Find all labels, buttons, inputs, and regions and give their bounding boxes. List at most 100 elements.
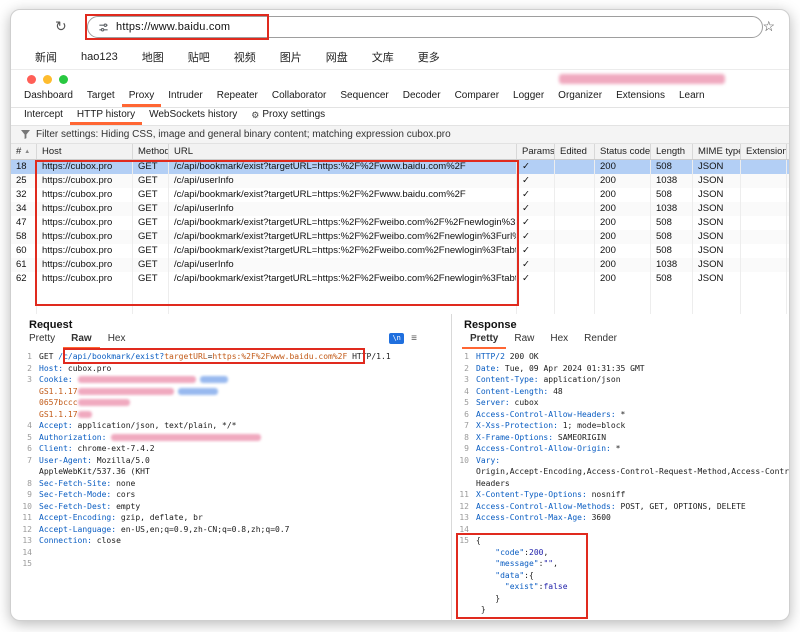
table-row[interactable]: 18https://cubox.proGET/c/api/bookmark/ex… xyxy=(11,160,789,174)
tab-sequencer[interactable]: Sequencer xyxy=(333,88,395,107)
code-line: 5Authorization: xyxy=(17,432,451,444)
request-tab-pretty[interactable]: Pretty xyxy=(21,332,63,349)
line-number: 10 xyxy=(17,501,39,513)
close-window-button[interactable] xyxy=(27,75,36,84)
minimize-window-button[interactable] xyxy=(43,75,52,84)
sort-asc-icon: ▲ xyxy=(24,149,30,155)
table-row[interactable]: 25https://cubox.proGET/c/api/userInfo✓20… xyxy=(11,174,789,188)
tab-intruder[interactable]: Intruder xyxy=(161,88,209,107)
response-tab-hex[interactable]: Hex xyxy=(542,332,576,349)
gear-icon: ⚙ xyxy=(251,108,259,122)
tab-extensions[interactable]: Extensions xyxy=(609,88,672,107)
column-header-params[interactable]: Params xyxy=(517,144,555,159)
code-line: 3Content-Type: application/json xyxy=(458,374,789,386)
response-tab-pretty[interactable]: Pretty xyxy=(462,332,506,349)
filter-settings-bar[interactable]: Filter settings: Hiding CSS, image and g… xyxy=(11,126,789,144)
table-row[interactable]: 58https://cubox.proGET/c/api/bookmark/ex… xyxy=(11,230,789,244)
line-number: 10 xyxy=(458,455,476,467)
subtab-http-history[interactable]: HTTP history xyxy=(70,108,142,125)
request-tab-hex[interactable]: Hex xyxy=(100,332,134,349)
tab-label-repeater: Repeater xyxy=(217,88,258,104)
reload-icon[interactable]: ↻ xyxy=(55,18,67,34)
tab-dashboard[interactable]: Dashboard xyxy=(17,88,80,107)
code-line: 10Sec-Fetch-Dest: empty xyxy=(17,501,451,513)
column-header-host[interactable]: Host xyxy=(37,144,133,159)
tab-logger[interactable]: Logger xyxy=(506,88,551,107)
code-line: 1GET /c/api/bookmark/exist?targetURL=htt… xyxy=(17,351,451,363)
bookmark-item-视频[interactable]: 视频 xyxy=(234,49,256,65)
table-filler-row xyxy=(11,300,789,314)
column-header-method[interactable]: Method xyxy=(133,144,169,159)
table-row[interactable]: 47https://cubox.proGET/c/api/bookmark/ex… xyxy=(11,216,789,230)
tab-decoder[interactable]: Decoder xyxy=(396,88,448,107)
code-line: 11Accept-Encoding: gzip, deflate, br xyxy=(17,512,451,524)
bookmark-item-地图[interactable]: 地图 xyxy=(142,49,164,65)
tab-label-logger: Logger xyxy=(513,88,544,104)
redacted-content xyxy=(78,376,196,383)
column-header-extension[interactable]: Extension xyxy=(741,144,787,159)
line-number: 1 xyxy=(17,351,39,363)
code-line: 9Sec-Fetch-Mode: cors xyxy=(17,489,451,501)
code-line: "exist":false xyxy=(458,581,789,593)
line-number xyxy=(458,558,476,570)
line-number: 15 xyxy=(17,558,39,570)
code-line: 12Accept-Language: en-US,en;q=0.9,zh-CN;… xyxy=(17,524,451,536)
table-row[interactable]: 32https://cubox.proGET/c/api/bookmark/ex… xyxy=(11,188,789,202)
bookmark-star-icon[interactable]: ☆ xyxy=(762,18,775,35)
subtab-label-websockets-history: WebSockets history xyxy=(149,108,237,122)
bookmark-item-更多[interactable]: 更多 xyxy=(418,49,440,65)
tab-comparer[interactable]: Comparer xyxy=(448,88,506,107)
response-tab-render[interactable]: Render xyxy=(576,332,625,349)
line-number: 14 xyxy=(17,547,39,559)
bookmark-item-文库[interactable]: 文库 xyxy=(372,49,394,65)
line-number: 7 xyxy=(458,420,476,432)
request-tab-raw[interactable]: Raw xyxy=(63,332,100,349)
linebreaks-toggle-icon[interactable]: \n xyxy=(389,333,404,344)
code-line: 8Sec-Fetch-Site: none xyxy=(17,478,451,490)
bookmark-item-贴吧[interactable]: 贴吧 xyxy=(188,49,210,65)
tab-collaborator[interactable]: Collaborator xyxy=(265,88,333,107)
line-number xyxy=(458,570,476,582)
column-header-url[interactable]: URL xyxy=(169,144,517,159)
line-number: 15 xyxy=(458,535,476,547)
column-header-mime-type[interactable]: MIME type xyxy=(693,144,741,159)
line-number: 8 xyxy=(458,432,476,444)
table-row[interactable]: 34https://cubox.proGET/c/api/userInfo✓20… xyxy=(11,202,789,216)
bookmark-item-网盘[interactable]: 网盘 xyxy=(326,49,348,65)
code-line: Origin,Accept-Encoding,Access-Control-Re… xyxy=(458,466,789,478)
line-number xyxy=(458,593,476,605)
table-row[interactable]: 60https://cubox.proGET/c/api/bookmark/ex… xyxy=(11,244,789,258)
tab-organizer[interactable]: Organizer xyxy=(551,88,609,107)
subtab-websockets-history[interactable]: WebSockets history xyxy=(142,108,244,125)
tab-label-dashboard: Dashboard xyxy=(24,88,73,104)
maximize-window-button[interactable] xyxy=(59,75,68,84)
code-line: 9Access-Control-Allow-Origin: * xyxy=(458,443,789,455)
response-tab-raw[interactable]: Raw xyxy=(506,332,542,349)
request-menu-icon[interactable]: ≡ xyxy=(411,333,417,344)
code-line: 14 xyxy=(17,547,451,559)
column-header-length[interactable]: Length xyxy=(651,144,693,159)
message-editors: Request PrettyRawHex \n ≡ 1GET /c/api/bo… xyxy=(11,314,789,621)
column-header-status-code[interactable]: Status code xyxy=(595,144,651,159)
table-row[interactable]: 62https://cubox.proGET/c/api/bookmark/ex… xyxy=(11,272,789,286)
tab-proxy[interactable]: Proxy xyxy=(122,88,162,107)
bookmark-item-图片[interactable]: 图片 xyxy=(280,49,302,65)
subtab-intercept[interactable]: Intercept xyxy=(17,108,70,125)
code-line: 8X-Frame-Options: SAMEORIGIN xyxy=(458,432,789,444)
tab-learn[interactable]: Learn xyxy=(672,88,712,107)
proxy-sub-tab-bar: InterceptHTTP history WebSockets history ⚙… xyxy=(11,108,789,126)
line-number: 11 xyxy=(458,489,476,501)
bookmark-item-hao123[interactable]: hao123 xyxy=(81,51,118,63)
tab-repeater[interactable]: Repeater xyxy=(210,88,265,107)
code-line: 15 xyxy=(17,558,451,570)
table-row[interactable]: 61https://cubox.proGET/c/api/userInfo✓20… xyxy=(11,258,789,272)
subtab-proxy-settings[interactable]: ⚙Proxy settings xyxy=(244,108,332,125)
bookmark-item-新闻[interactable]: 新闻 xyxy=(35,49,57,65)
code-line: 3Cookie: xyxy=(17,374,451,386)
tab-target[interactable]: Target xyxy=(80,88,122,107)
code-line: 2Host: cubox.pro xyxy=(17,363,451,375)
column-header--[interactable]: #▲ xyxy=(11,144,37,159)
address-bar[interactable]: https://www.baidu.com xyxy=(87,16,763,38)
column-header-edited[interactable]: Edited xyxy=(555,144,595,159)
code-line: 5Server: cubox xyxy=(458,397,789,409)
